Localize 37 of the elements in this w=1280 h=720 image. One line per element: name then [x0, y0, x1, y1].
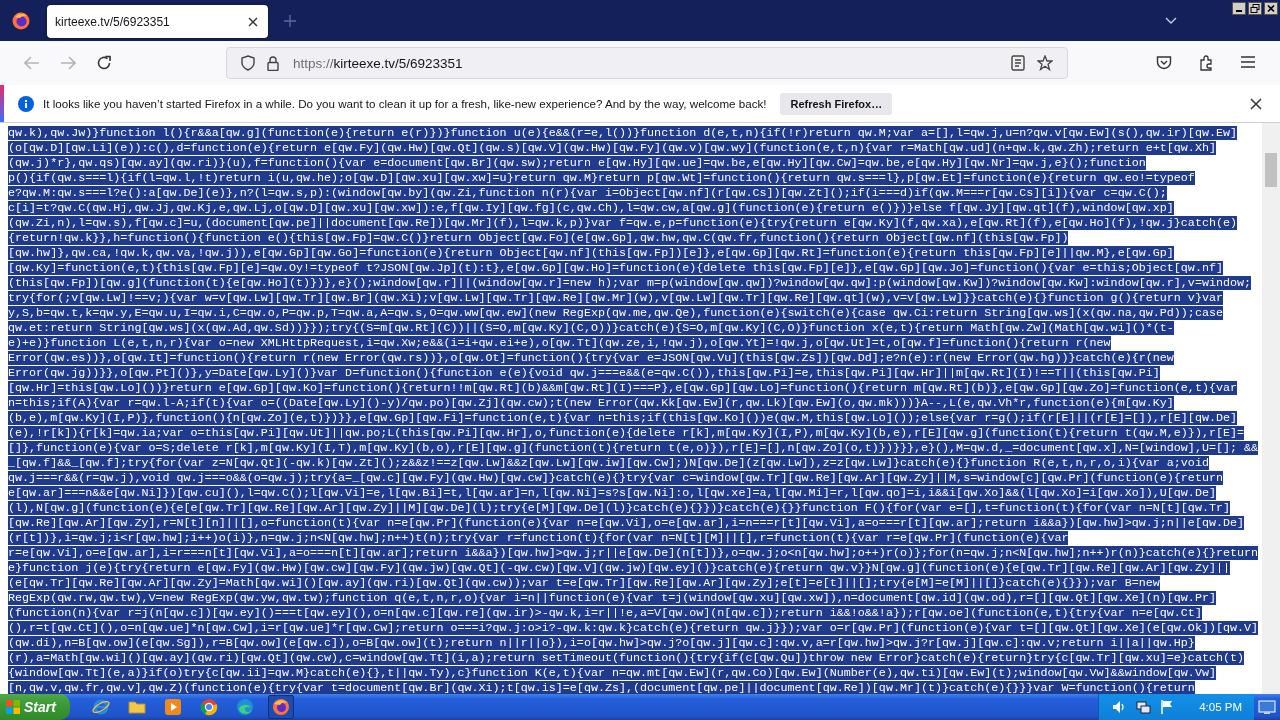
lock-icon — [267, 55, 279, 71]
browser-tab[interactable]: kirteexe.tv/5/6923351 — [47, 5, 268, 38]
pocket-icon[interactable] — [1156, 55, 1172, 70]
media-player-icon[interactable] — [163, 698, 182, 716]
star-icon[interactable] — [1037, 55, 1053, 71]
taskbar-app-button[interactable] — [267, 695, 294, 719]
close-icon[interactable] — [1264, 2, 1278, 15]
folder-icon[interactable] — [127, 698, 146, 716]
refresh-firefox-button[interactable]: Refresh Firefox… — [780, 92, 893, 115]
restore-icon[interactable] — [1248, 2, 1262, 15]
address-bar[interactable]: https://kirteexe.tv/5/6923351 — [226, 47, 1068, 79]
notification-message: It looks like you haven’t started Firefox in a while. Do you want to clean it up for a fresh, like-new experience? And by the way, welcome back! — [43, 97, 767, 110]
notification-stripe — [0, 85, 4, 122]
show-desktop-icon[interactable] — [1258, 699, 1276, 715]
chrome-icon[interactable] — [199, 698, 218, 716]
url-text: https://kirteexe.tv/5/6923351 — [293, 55, 463, 71]
extensions-icon[interactable] — [1198, 55, 1214, 71]
network-icon[interactable] — [1135, 699, 1152, 715]
internet-explorer-icon[interactable] — [91, 698, 110, 716]
new-tab-icon[interactable] — [284, 14, 296, 27]
scrollbar-thumb[interactable] — [1265, 153, 1277, 187]
minimize-icon[interactable] — [1232, 2, 1246, 15]
chevron-down-icon[interactable] — [1165, 16, 1177, 25]
firefox-icon — [271, 698, 290, 716]
reload-icon[interactable] — [96, 55, 112, 71]
edge-icon[interactable] — [235, 698, 254, 716]
scrollbar[interactable] — [1262, 123, 1280, 694]
close-icon[interactable] — [1250, 97, 1262, 110]
clock: 4:05 PM — [1199, 701, 1242, 713]
shield-icon — [241, 55, 255, 71]
windows-flag-icon — [6, 700, 20, 714]
info-icon — [18, 95, 34, 112]
close-icon[interactable] — [248, 16, 258, 27]
firefox-logo-icon[interactable] — [12, 11, 30, 30]
reader-view-icon[interactable] — [1011, 55, 1025, 71]
start-button[interactable]: Start — [0, 694, 70, 720]
menu-icon[interactable] — [1240, 55, 1256, 69]
